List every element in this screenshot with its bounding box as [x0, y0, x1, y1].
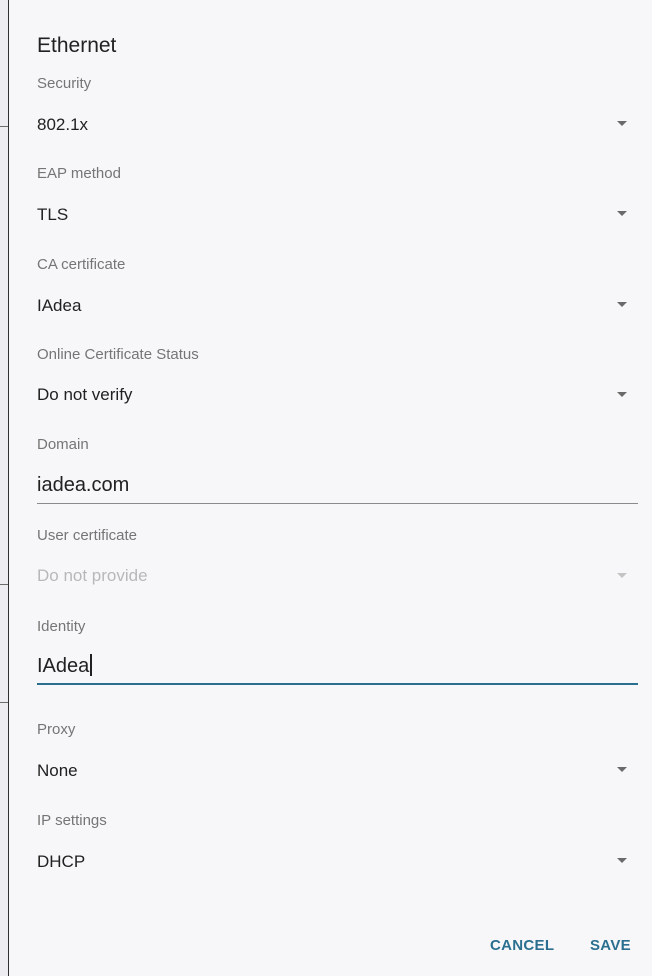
screen: Ethernet Security 802.1x EAP method TLS …	[0, 0, 652, 976]
dropdown-arrow-icon	[617, 392, 627, 397]
identity-value-wrap: IAdea	[37, 654, 93, 678]
ip-settings-dropdown[interactable]: DHCP	[27, 839, 627, 883]
dropdown-arrow-icon	[617, 573, 627, 578]
user-certificate-dropdown: Do not provide	[27, 554, 627, 598]
security-label: Security	[37, 75, 92, 92]
eap-method-dropdown[interactable]: TLS	[27, 192, 627, 236]
domain-underline	[37, 503, 638, 504]
save-button[interactable]: SAVE	[590, 937, 631, 954]
dropdown-arrow-icon	[617, 121, 627, 126]
user-certificate-label: User certificate	[37, 527, 138, 544]
background-window-edge	[0, 0, 8, 976]
identity-value: IAdea	[37, 655, 90, 677]
cancel-button[interactable]: CANCEL	[490, 937, 554, 954]
edge-tick	[0, 702, 8, 703]
domain-input[interactable]: iadea.com	[27, 463, 638, 503]
online-cert-status-dropdown[interactable]: Do not verify	[27, 373, 627, 417]
proxy-value: None	[37, 761, 78, 780]
edge-tick	[0, 126, 8, 127]
text-cursor	[90, 654, 93, 676]
security-value: 802.1x	[37, 115, 89, 134]
proxy-dropdown[interactable]: None	[27, 748, 627, 792]
identity-underline-focused	[37, 683, 638, 685]
dialog-title: Ethernet	[37, 34, 117, 57]
eap-method-value: TLS	[37, 205, 69, 224]
ca-certificate-label: CA certificate	[37, 256, 126, 273]
dropdown-arrow-icon	[617, 767, 627, 772]
ip-settings-value: DHCP	[37, 852, 86, 871]
domain-value: iadea.com	[37, 474, 130, 496]
ip-settings-label: IP settings	[37, 812, 107, 829]
dropdown-arrow-icon	[617, 858, 627, 863]
user-certificate-value: Do not provide	[37, 566, 148, 585]
ca-certificate-dropdown[interactable]: IAdea	[27, 283, 627, 327]
eap-method-label: EAP method	[37, 165, 121, 182]
dropdown-arrow-icon	[617, 302, 627, 307]
ca-certificate-value: IAdea	[37, 296, 82, 315]
proxy-label: Proxy	[37, 721, 76, 738]
dropdown-arrow-icon	[617, 211, 627, 216]
domain-label: Domain	[37, 436, 89, 453]
ethernet-dialog: Ethernet Security 802.1x EAP method TLS …	[9, 0, 652, 976]
edge-tick	[0, 584, 8, 585]
security-dropdown[interactable]: 802.1x	[27, 102, 627, 146]
online-cert-status-value: Do not verify	[37, 385, 133, 404]
online-cert-status-label: Online Certificate Status	[37, 346, 199, 363]
identity-label: Identity	[37, 618, 86, 635]
identity-input[interactable]: IAdea	[27, 645, 638, 685]
